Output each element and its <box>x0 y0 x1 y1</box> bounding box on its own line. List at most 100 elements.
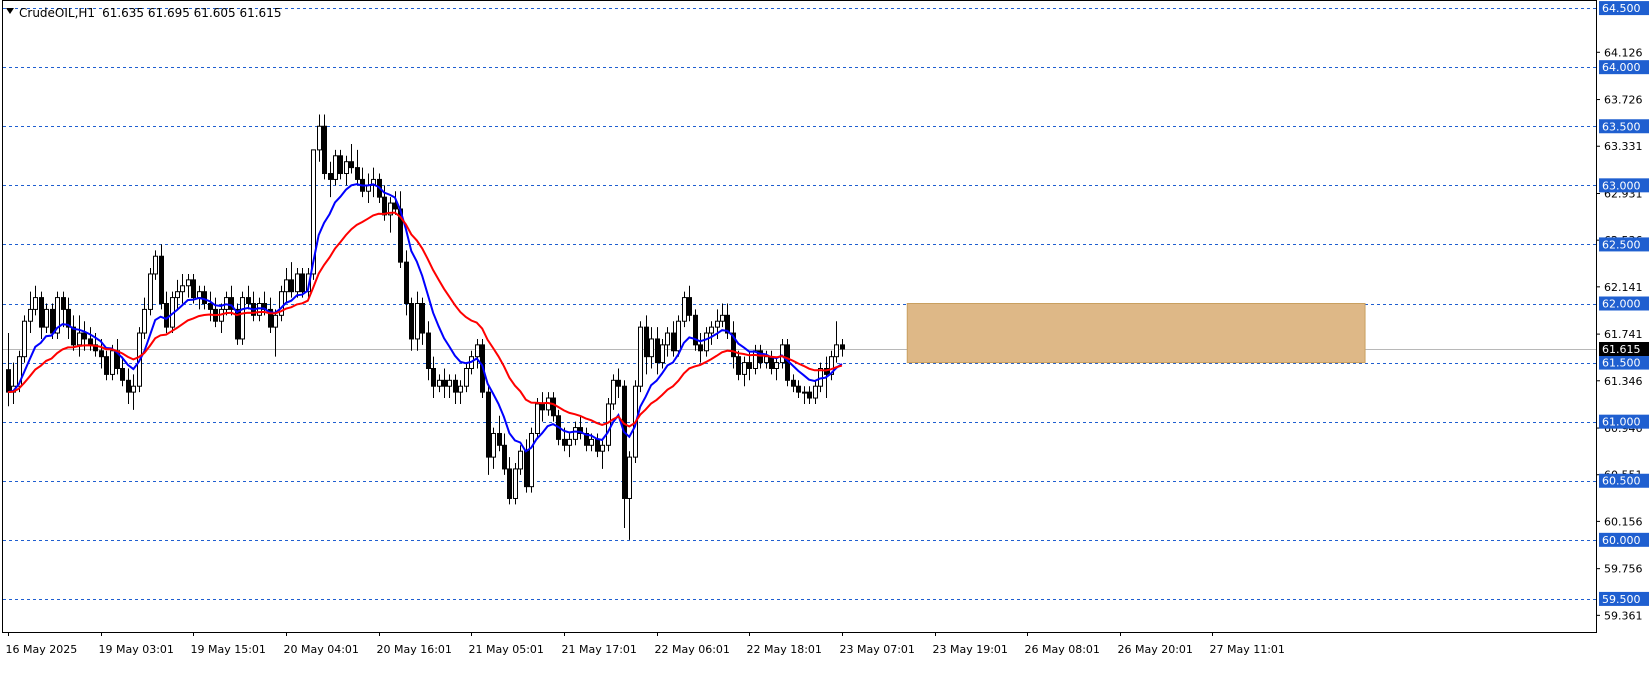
level-price-text: 64.500 <box>1602 2 1641 15</box>
level-price-label: 59.500 <box>1599 591 1649 606</box>
candle-body <box>131 385 136 393</box>
candle-body <box>600 444 605 452</box>
candle-body <box>649 338 654 358</box>
candle-body <box>317 125 322 151</box>
candle-body <box>458 385 463 393</box>
time-tick-label: 20 May 04:01 <box>284 643 359 656</box>
candle-body <box>611 379 616 405</box>
candle-body <box>164 303 169 328</box>
candle-body <box>338 155 343 175</box>
candle-body <box>464 367 469 387</box>
level-price-text: 64.000 <box>1602 61 1641 74</box>
candle-body <box>322 125 327 175</box>
candle-body <box>208 303 213 310</box>
level-price-text: 61.000 <box>1602 416 1641 429</box>
time-tick-label: 16 May 2025 <box>6 643 78 656</box>
time-tick-label: 20 May 16:01 <box>377 643 452 656</box>
candle-body <box>426 332 431 369</box>
candle-body <box>50 308 55 334</box>
level-price-text: 62.000 <box>1602 298 1641 311</box>
candle <box>148 268 153 316</box>
price-tick-label: 63.726 <box>1604 94 1643 107</box>
candle-body <box>518 450 523 470</box>
level-price-label: 60.500 <box>1599 473 1649 488</box>
candle-body <box>802 391 807 394</box>
candle-body <box>638 326 643 387</box>
candle-body <box>289 279 294 293</box>
candle-body <box>453 379 458 393</box>
price-tick-label: 60.156 <box>1604 515 1643 528</box>
candle <box>513 463 518 505</box>
candle-body <box>807 391 812 399</box>
current-price-text: 61.615 <box>1602 343 1641 356</box>
candle <box>55 291 60 339</box>
candle-body <box>186 279 191 287</box>
candle-body <box>404 261 409 305</box>
candle-body <box>33 297 38 310</box>
candle-body <box>742 362 747 375</box>
price-tick-label: 62.141 <box>1604 281 1643 294</box>
time-tick-label: 26 May 20:01 <box>1118 643 1193 656</box>
candle-body <box>491 432 496 458</box>
candle-body <box>240 297 245 340</box>
candle <box>606 398 611 452</box>
candle-body <box>126 379 131 393</box>
candle-body <box>774 362 779 369</box>
candle-body <box>349 161 354 169</box>
candle-body <box>507 468 512 499</box>
candle-body <box>175 291 180 299</box>
candle-body <box>44 308 49 328</box>
price-tick-label: 59.361 <box>1604 609 1643 622</box>
candle-body <box>284 279 289 293</box>
candle-body <box>698 344 703 352</box>
candle <box>529 427 534 493</box>
candle-body <box>39 297 44 328</box>
candle-body <box>142 308 147 334</box>
time-tick-label: 27 May 11:01 <box>1210 643 1285 656</box>
candle-body <box>736 356 741 375</box>
candle-body <box>551 397 556 417</box>
candle-body <box>355 167 360 180</box>
candle-body <box>328 173 333 180</box>
candle-body <box>616 379 621 387</box>
svg-text:CrudeOIL,H161.635 61.695 61.60: CrudeOIL,H1 61.635 61.695 61.605 61.615 <box>19 6 281 20</box>
chart-canvas: 64.12663.72663.33162.93162.53662.14161.7… <box>0 0 1651 682</box>
candle-body <box>573 427 578 440</box>
level-price-text: 62.500 <box>1602 238 1641 251</box>
candle-body <box>28 308 33 322</box>
candle-body <box>497 432 502 446</box>
candle-body <box>606 403 611 446</box>
price-tick-label: 59.756 <box>1604 563 1643 576</box>
candle-body <box>840 344 845 350</box>
level-price-label: 63.000 <box>1599 178 1649 193</box>
candle-body <box>120 367 125 381</box>
resistance-zone <box>906 303 1366 364</box>
candle-body <box>595 438 600 452</box>
candle-body <box>704 332 709 352</box>
candlestick-chart: 64.12663.72663.33162.93162.53662.14161.7… <box>0 0 1651 682</box>
price-tick-label: 61.346 <box>1604 375 1643 388</box>
candle-body <box>780 344 785 364</box>
candle-body <box>529 432 534 488</box>
chart-header[interactable]: CrudeOIL,H1 61.635 61.695 61.605 61.615 <box>6 6 281 20</box>
candle-body <box>333 155 338 180</box>
candle <box>638 321 643 393</box>
candle-body <box>300 273 305 293</box>
candle-body <box>77 332 82 346</box>
candle-body <box>589 438 594 446</box>
candle-body <box>567 438 572 446</box>
candle <box>535 398 540 440</box>
candle-body <box>447 379 452 387</box>
level-price-text: 60.000 <box>1602 534 1641 547</box>
candle-body <box>475 344 480 358</box>
level-price-label: 64.000 <box>1599 60 1649 75</box>
candle-body <box>720 314 725 322</box>
candle-body <box>409 303 414 340</box>
candle-body <box>709 326 714 334</box>
ohlc-label: 61.635 61.695 61.605 61.615 <box>102 6 281 20</box>
candle-body <box>687 297 692 316</box>
time-tick-label: 21 May 05:01 <box>469 643 544 656</box>
level-price-label: 63.500 <box>1599 119 1649 134</box>
candle-body <box>104 356 109 375</box>
candle-body <box>415 303 420 340</box>
